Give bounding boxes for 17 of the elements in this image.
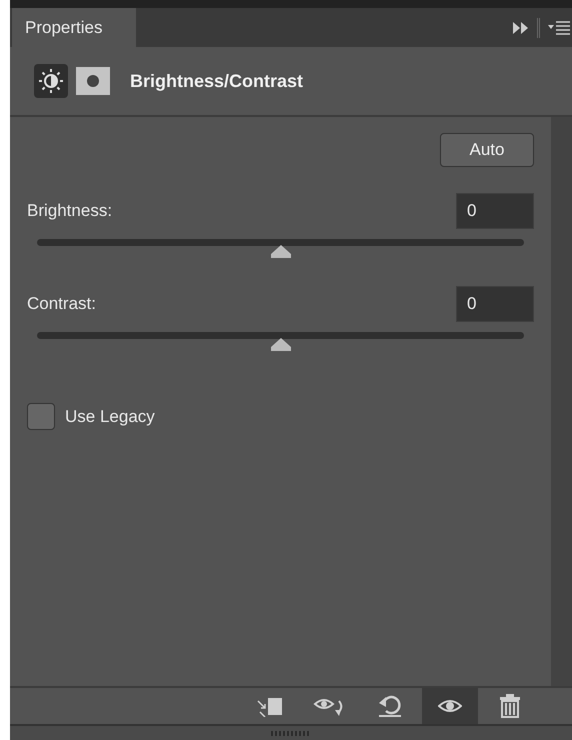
value-field[interactable]: 0 xyxy=(456,193,534,229)
brightness-icon[interactable] xyxy=(34,64,68,98)
slider-label: Contrast: xyxy=(27,293,96,316)
auto-button[interactable]: Auto xyxy=(440,133,534,167)
properties-tab[interactable]: Properties xyxy=(12,8,136,47)
adjustment-title: Brightness/Contrast xyxy=(130,70,304,93)
value-field[interactable]: 0 xyxy=(456,286,534,322)
slider[interactable] xyxy=(37,239,524,258)
resize-grip-icon[interactable] xyxy=(271,730,311,736)
mask-icon[interactable] xyxy=(76,64,110,98)
panel-menu-icon[interactable] xyxy=(548,20,570,34)
slider-label: Brightness: xyxy=(27,200,112,222)
use-legacy-checkbox[interactable] xyxy=(27,403,55,430)
use-legacy-label: Use Legacy xyxy=(65,406,155,428)
eye-icon[interactable] xyxy=(422,688,478,724)
slider[interactable] xyxy=(37,332,524,351)
collapse-icon[interactable] xyxy=(513,22,529,34)
